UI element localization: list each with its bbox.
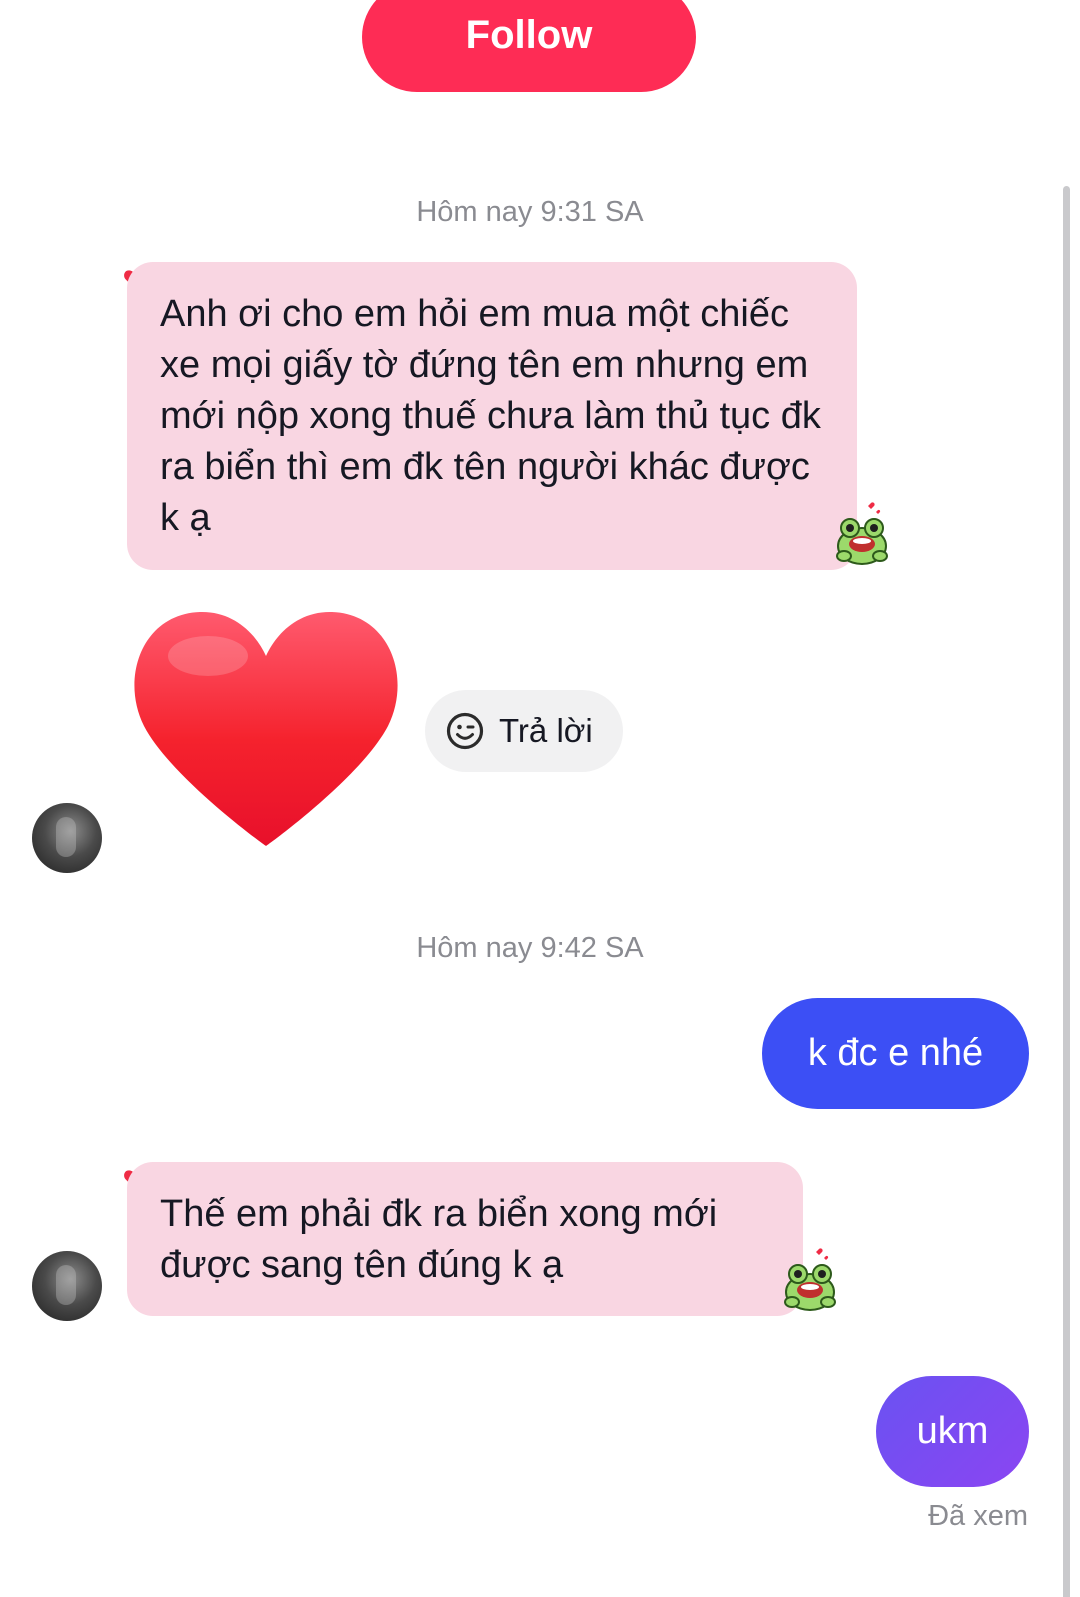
heart-icon[interactable] <box>130 606 402 850</box>
smiley-icon <box>446 712 484 750</box>
avatar[interactable] <box>32 803 102 873</box>
frog-sticker-icon <box>784 1248 836 1311</box>
seen-status: Đã xem <box>928 1500 1028 1532</box>
reply-button[interactable]: Trả lời <box>425 690 623 772</box>
outgoing-message[interactable]: k đc e nhé <box>762 998 1029 1109</box>
outgoing-message[interactable]: ukm <box>876 1376 1029 1487</box>
follow-button[interactable]: Follow <box>362 0 696 92</box>
chat-screen: Follow Hôm nay 9:31 SA Anh ơi cho em hỏi… <box>0 0 1080 1597</box>
scrollbar[interactable] <box>1063 186 1070 1597</box>
timestamp: Hôm nay 9:42 SA <box>416 932 644 964</box>
timestamp: Hôm nay 9:31 SA <box>416 196 644 228</box>
reply-label: Trả lời <box>499 712 593 749</box>
avatar[interactable] <box>32 1251 102 1321</box>
frog-sticker-icon <box>836 502 888 565</box>
incoming-message[interactable]: Anh ơi cho em hỏi em mua một chiếc xe mọ… <box>127 262 857 570</box>
incoming-message[interactable]: Thế em phải đk ra biển xong mới được san… <box>127 1162 803 1316</box>
